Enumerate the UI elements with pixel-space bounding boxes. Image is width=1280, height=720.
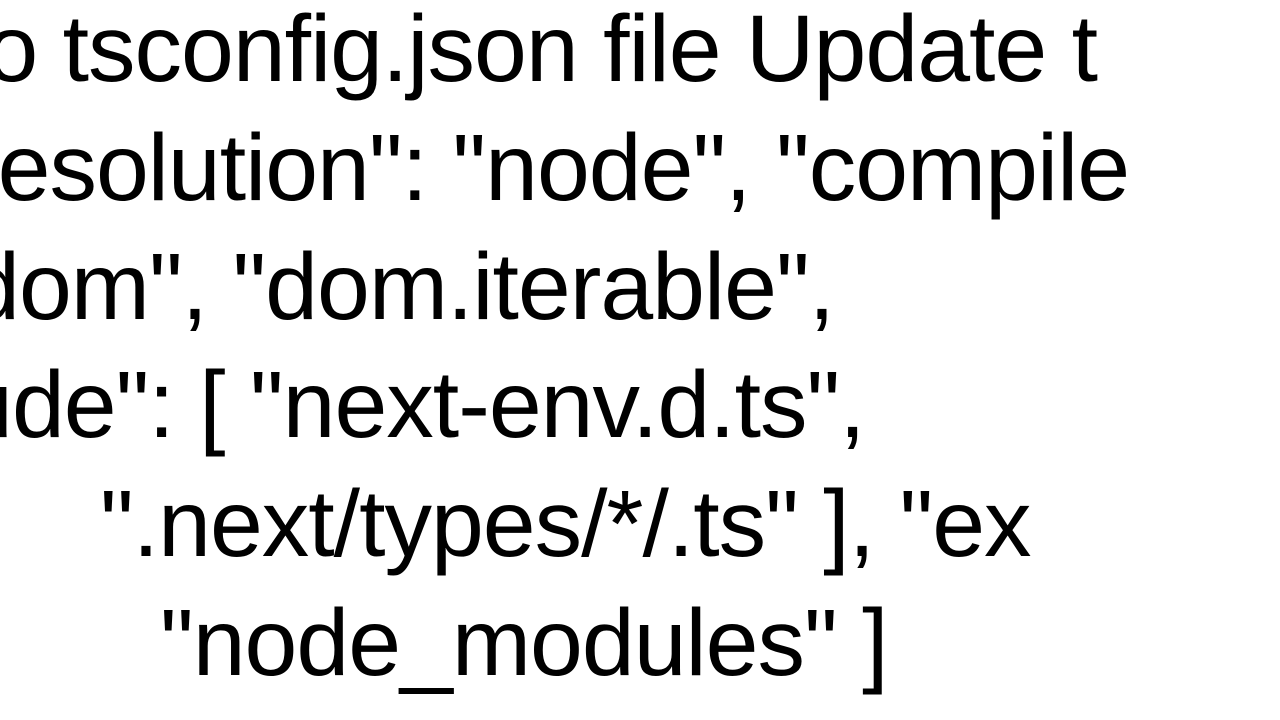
text-line-3: 'dom", "dom.iterable",: [0, 228, 1280, 347]
text-line-6: "node_modules" ]: [160, 584, 1280, 703]
text-line-4: lude": [ "next-env.d.ts",: [0, 346, 1280, 465]
text-line-5: ".next/types/*/.ts" ], "ex: [100, 465, 1280, 584]
text-line-2: Resolution": "node", "compile: [0, 109, 1280, 228]
document-text-block: to tsconfig.json file Update t Resolutio…: [0, 0, 1280, 703]
text-line-1: to tsconfig.json file Update t: [0, 0, 1280, 109]
